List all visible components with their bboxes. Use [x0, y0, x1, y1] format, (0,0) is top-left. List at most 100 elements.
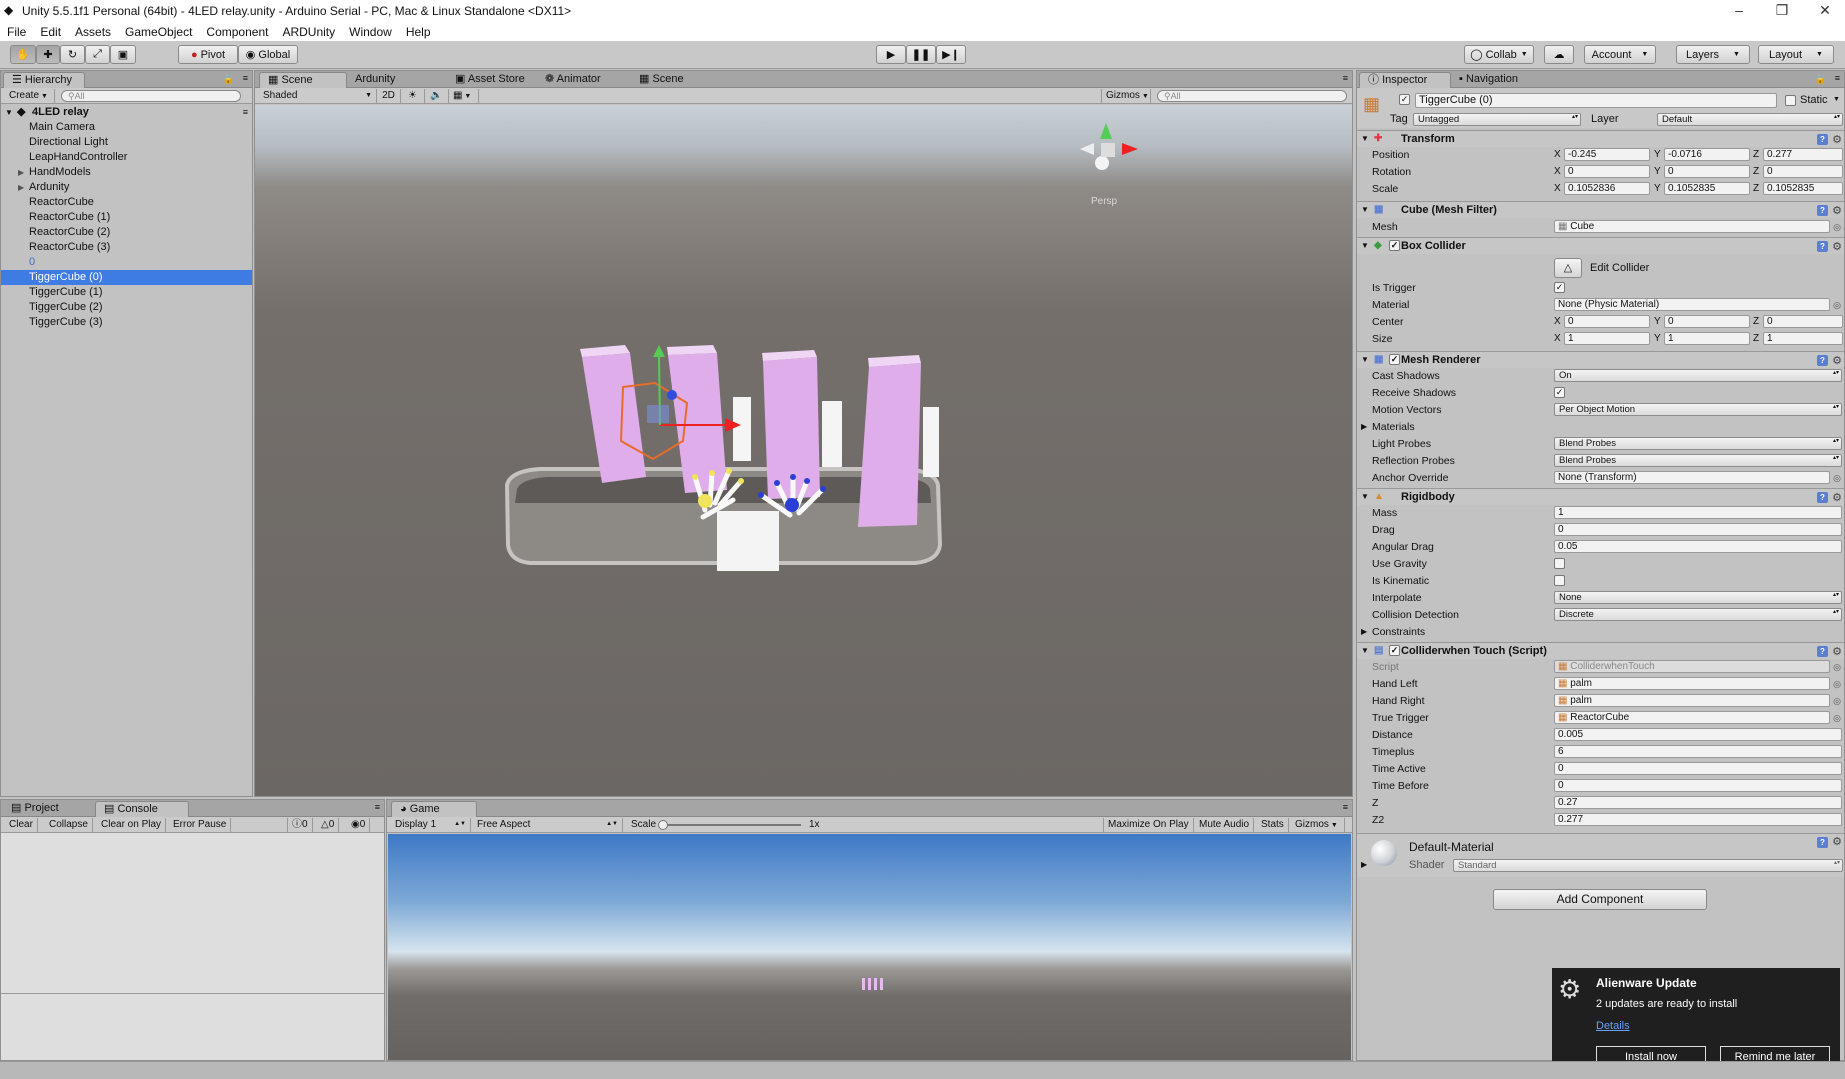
hierarchy-item[interactable]: 0 — [1, 255, 252, 270]
expand-arrow-icon[interactable]: ▶ — [18, 180, 24, 195]
hierarchy-item[interactable]: ReactorCube (2) — [1, 225, 252, 240]
script-enabled-checkbox[interactable]: ✓ — [1389, 645, 1400, 656]
menu-edit[interactable]: Edit — [33, 25, 68, 39]
fold-arrow-icon[interactable]: ▶ — [1361, 860, 1367, 869]
menu-component[interactable]: Component — [199, 25, 275, 39]
gear-icon[interactable]: ⚙ — [1832, 239, 1842, 255]
y-field[interactable]: 0 — [1664, 165, 1750, 178]
gear-icon[interactable]: ⚙ — [1832, 490, 1842, 506]
shading-mode-dropdown[interactable]: Shaded ▼ — [259, 89, 377, 103]
play-button[interactable]: ▶ — [876, 45, 906, 64]
constraints-row[interactable]: ▶ Constraints — [1357, 625, 1844, 639]
receive-shadows-checkbox[interactable]: ✓ — [1554, 387, 1565, 398]
scene-root-row[interactable]: ▼ ◆ 4LED relay ≡ — [1, 105, 252, 120]
script-field-value[interactable]: 0 — [1554, 779, 1842, 792]
hierarchy-item[interactable]: ▶ HandModels — [1, 165, 252, 180]
script-field-value[interactable]: 0.277 — [1554, 813, 1842, 826]
use-gravity-checkbox[interactable] — [1554, 558, 1565, 569]
pivot-button[interactable]: ● Pivot — [178, 45, 238, 64]
menu-file[interactable]: File — [0, 25, 33, 39]
lock-icon[interactable]: 🔒 — [223, 74, 234, 85]
angular-drag-field[interactable]: 0.05 — [1554, 540, 1842, 553]
menu-gameobject[interactable]: GameObject — [118, 25, 199, 39]
add-component-button[interactable]: Add Component — [1493, 889, 1707, 910]
tab-scene[interactable]: ▦ Scene — [259, 72, 347, 88]
size-x-field[interactable]: 1 — [1564, 332, 1650, 345]
z-field[interactable]: 0.277 — [1763, 148, 1843, 161]
x-field[interactable]: 0 — [1564, 165, 1650, 178]
tab-ardunity[interactable]: Ardunity — [347, 72, 403, 88]
hierarchy-item[interactable]: Directional Light — [1, 135, 252, 150]
script-field-value[interactable]: ▦ ReactorCube — [1554, 711, 1830, 724]
step-button[interactable]: ▶❙ — [936, 45, 966, 64]
expand-arrow-icon[interactable]: ▼ — [5, 105, 13, 120]
script-field-value[interactable]: 0 — [1554, 762, 1842, 775]
tab-game[interactable]: ◕ Game — [391, 801, 477, 817]
hierarchy-search-input[interactable]: ⚲All — [61, 90, 241, 102]
game-gizmos-dropdown[interactable]: Gizmos ▼ — [1291, 818, 1345, 832]
script-field-value[interactable]: 0.27 — [1554, 796, 1842, 809]
lighting-toggle[interactable]: ☀ — [401, 89, 425, 103]
hierarchy-item[interactable]: ReactorCube — [1, 195, 252, 210]
scene-menu-icon[interactable]: ≡ — [243, 105, 248, 120]
rigidbody-component-header[interactable]: ▼ ▲ Rigidbody ? ⚙ — [1357, 488, 1844, 505]
tab-asset-store[interactable]: ▣ Asset Store — [447, 72, 533, 88]
cast-shadows-dropdown[interactable]: On — [1554, 369, 1842, 382]
tab-animator[interactable]: ❁ Animator — [537, 72, 609, 88]
object-picker-icon[interactable]: ◎ — [1833, 298, 1841, 312]
shader-dropdown[interactable]: Standard — [1453, 859, 1843, 872]
gear-icon[interactable]: ⚙ — [1832, 835, 1842, 848]
rect-tool-button[interactable]: ▣ — [110, 45, 136, 64]
mesh-renderer-enabled-checkbox[interactable]: ✓ — [1389, 354, 1400, 365]
fold-arrow-icon[interactable]: ▼ — [1361, 238, 1369, 254]
fold-arrow-icon[interactable]: ▼ — [1361, 202, 1369, 218]
mute-audio-button[interactable]: Mute Audio — [1195, 818, 1255, 832]
maximize-on-play-button[interactable]: Maximize On Play — [1103, 818, 1194, 832]
is-trigger-checkbox[interactable]: ✓ — [1554, 282, 1565, 293]
x-field[interactable]: -0.245 — [1564, 148, 1650, 161]
layer-dropdown[interactable]: Default — [1657, 113, 1843, 126]
display-dropdown[interactable]: Display 1 ▲▼ — [391, 818, 471, 832]
gizmos-dropdown[interactable]: Gizmos ▼ — [1101, 89, 1151, 103]
fold-arrow-icon[interactable]: ▼ — [1361, 352, 1369, 368]
center-x-field[interactable]: 0 — [1564, 315, 1650, 328]
stats-button[interactable]: Stats — [1257, 818, 1289, 832]
script-field-value[interactable]: 6 — [1554, 745, 1842, 758]
transform-component-header[interactable]: ▼ ✚ Transform ? ⚙ — [1357, 130, 1844, 147]
expand-arrow-icon[interactable]: ▶ — [18, 165, 24, 180]
scene-orientation-gizmo[interactable]: Persp — [1080, 123, 1138, 207]
panel-menu-icon[interactable]: ≡ — [1343, 802, 1348, 812]
script-field-value[interactable]: 0.005 — [1554, 728, 1842, 741]
hierarchy-item[interactable]: LeapHandController — [1, 150, 252, 165]
cloud-button[interactable]: ☁ — [1544, 45, 1574, 64]
center-z-field[interactable]: 0 — [1763, 315, 1843, 328]
collapse-button[interactable]: Collapse — [45, 818, 93, 832]
script-field-value[interactable]: ▦ palm — [1554, 677, 1830, 690]
interpolate-dropdown[interactable]: None — [1554, 591, 1842, 604]
hand-tool-button[interactable]: ✋ — [10, 45, 36, 64]
effects-dropdown[interactable]: ▦ ▼ — [449, 89, 479, 103]
help-icon[interactable]: ? — [1817, 241, 1828, 252]
menu-window[interactable]: Window — [342, 25, 399, 39]
game-viewport[interactable] — [388, 834, 1351, 1060]
object-picker-icon[interactable]: ◎ — [1833, 471, 1841, 485]
anchor-override-field[interactable]: None (Transform) — [1554, 471, 1830, 484]
rotate-tool-button[interactable]: ↻ — [60, 45, 85, 64]
layout-button[interactable]: Layout ▼ — [1758, 45, 1834, 64]
materials-row[interactable]: ▶ Materials — [1357, 420, 1844, 434]
panel-menu-icon[interactable]: ≡ — [375, 802, 380, 812]
fold-arrow-icon[interactable]: ▼ — [1361, 131, 1369, 147]
edit-collider-button[interactable]: △ — [1554, 258, 1582, 278]
gear-icon[interactable]: ⚙ — [1832, 644, 1842, 660]
layers-button[interactable]: Layers ▼ — [1676, 45, 1750, 64]
hierarchy-item[interactable]: ReactorCube (3) — [1, 240, 252, 255]
lock-icon[interactable]: 🔒 — [1815, 74, 1826, 85]
move-tool-button[interactable]: ✚ — [36, 45, 60, 64]
help-icon[interactable]: ? — [1817, 837, 1828, 848]
hierarchy-item[interactable]: ReactorCube (1) — [1, 210, 252, 225]
fold-arrow-icon[interactable]: ▶ — [1361, 420, 1367, 434]
create-button[interactable]: Create ▼ — [5, 89, 55, 103]
material-field[interactable]: None (Physic Material) — [1554, 298, 1830, 311]
help-icon[interactable]: ? — [1817, 205, 1828, 216]
x-field[interactable]: 0.1052836 — [1564, 182, 1650, 195]
